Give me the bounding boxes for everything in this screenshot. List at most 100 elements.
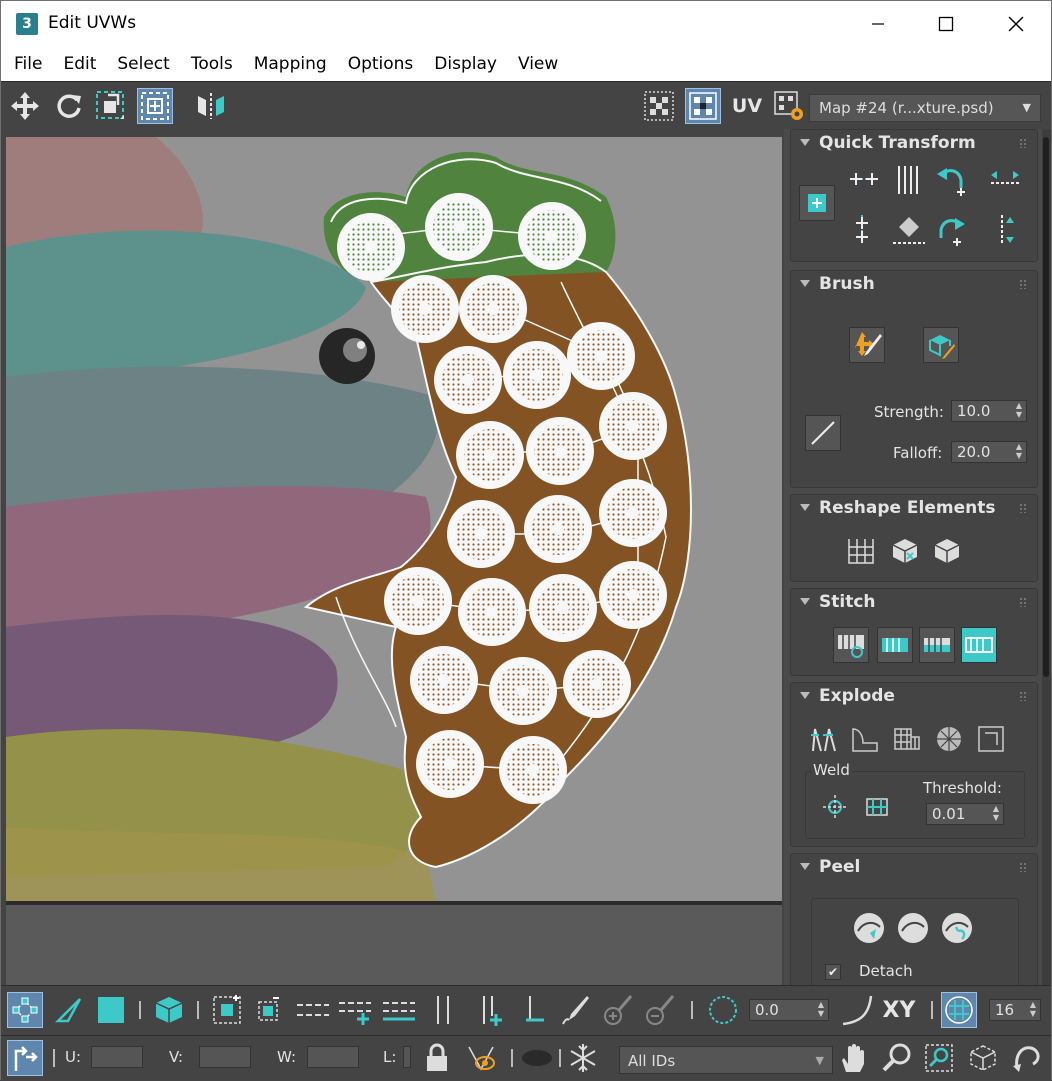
relax-settings-button[interactable] <box>929 533 965 569</box>
strength-spinner[interactable]: 10.0 ▲ ▼ <box>951 400 1027 422</box>
minimize-button[interactable] <box>843 1 913 47</box>
loop-selection-button[interactable] <box>295 992 331 1028</box>
uv-editor-viewport[interactable] <box>6 137 782 901</box>
move-tool-button[interactable] <box>7 88 43 124</box>
xy-space-button[interactable]: XY <box>881 992 917 1028</box>
freeze-button[interactable] <box>565 1040 601 1076</box>
pan-button[interactable] <box>835 1040 871 1076</box>
ring-selection-button[interactable] <box>425 992 461 1028</box>
mirror-tool-button[interactable] <box>193 88 229 124</box>
stitch-to-source-button[interactable] <box>877 627 913 663</box>
threshold-spinner[interactable]: 0.01 ▲ ▼ <box>926 803 1004 825</box>
break-button[interactable] <box>805 721 841 757</box>
relax-brush-button[interactable] <box>923 327 959 363</box>
weld-target-button[interactable] <box>859 789 895 825</box>
shrink-ring-button[interactable] <box>517 992 553 1028</box>
rotate-ccw-button[interactable] <box>933 162 969 198</box>
menu-mapping[interactable]: Mapping <box>254 54 327 74</box>
grow-loop-button[interactable] <box>337 992 373 1028</box>
detach-checkbox[interactable]: ✔ <box>825 964 841 980</box>
menu-edit[interactable]: Edit <box>63 54 96 74</box>
grid-size-spinner[interactable]: 16 ▲ ▼ <box>989 999 1041 1021</box>
grid-snap-button[interactable] <box>941 992 977 1028</box>
shrink-loop-button[interactable] <box>381 992 417 1028</box>
peel-header[interactable]: Peel <box>791 854 1037 884</box>
soft-selection-button[interactable] <box>705 992 741 1028</box>
vertex-mode-button[interactable] <box>7 992 43 1028</box>
rotate-cw-button[interactable] <box>933 212 969 248</box>
quick-peel-button[interactable] <box>851 910 887 946</box>
shrink-brush-button[interactable] <box>641 992 677 1028</box>
lock-selection-button[interactable] <box>419 1040 455 1076</box>
menu-select[interactable]: Select <box>117 54 169 74</box>
weld-selected-button[interactable] <box>817 789 853 825</box>
edge-mode-button[interactable] <box>51 992 87 1028</box>
maximize-button[interactable] <box>911 1 981 47</box>
material-id-dropdown[interactable]: All IDs ▼ <box>619 1046 833 1074</box>
element-mode-button[interactable] <box>151 992 187 1028</box>
zoom-extents-button[interactable] <box>965 1040 1001 1076</box>
hide-button[interactable] <box>519 1040 555 1076</box>
w-field[interactable] <box>307 1046 359 1068</box>
scale-tool-button[interactable] <box>93 88 129 124</box>
menu-options[interactable]: Options <box>348 54 414 74</box>
l-field[interactable] <box>403 1046 411 1068</box>
stitch-to-target-button[interactable] <box>961 627 997 663</box>
straighten-button[interactable] <box>891 212 927 248</box>
menu-file[interactable]: File <box>14 54 42 74</box>
checker-pattern-button[interactable] <box>641 88 677 124</box>
panel-scrollbar[interactable] <box>1042 129 1051 985</box>
flatten-by-polygon-button[interactable] <box>889 721 925 757</box>
show-hidden-button[interactable] <box>463 1040 499 1076</box>
straighten-selection-button[interactable] <box>843 533 879 569</box>
rotation-spinner[interactable]: 0.0 ▲ ▼ <box>749 999 829 1021</box>
show-map-button[interactable] <box>685 88 721 124</box>
menu-view[interactable]: View <box>518 54 558 74</box>
flatten-by-material-button[interactable] <box>973 721 1009 757</box>
stitch-header[interactable]: Stitch <box>791 589 1037 619</box>
menu-tools[interactable]: Tools <box>191 54 233 74</box>
rotate-tool-button[interactable] <box>51 88 87 124</box>
u-field[interactable] <box>91 1046 143 1068</box>
align-vertical-edge-button[interactable] <box>987 212 1023 248</box>
relax-button[interactable] <box>887 533 923 569</box>
enlarge-brush-button[interactable] <box>599 992 635 1028</box>
flatten-by-smoothing-button[interactable] <box>931 721 967 757</box>
absolute-relative-toggle[interactable] <box>7 1040 43 1076</box>
align-horizontal-button[interactable] <box>846 162 882 198</box>
detach-edge-button[interactable] <box>847 721 883 757</box>
mirror-icon <box>198 93 224 119</box>
paint-select-button[interactable] <box>557 992 593 1028</box>
brush-header[interactable]: Brush <box>791 271 1037 301</box>
falloff-curve-button[interactable] <box>839 992 875 1028</box>
set-pivot-button[interactable] <box>799 185 835 221</box>
scrollbar-thumb[interactable] <box>1043 137 1049 677</box>
grow-ring-button[interactable] <box>473 992 509 1028</box>
stitch-custom-button[interactable] <box>833 627 869 663</box>
space-vertical-button[interactable] <box>891 162 927 198</box>
stitch-average-button[interactable] <box>919 627 955 663</box>
peel-mode-button[interactable] <box>895 910 931 946</box>
quick-transform-header[interactable]: Quick Transform <box>791 130 1037 160</box>
close-button[interactable] <box>981 1 1051 47</box>
undo-view-button[interactable] <box>1009 1040 1045 1076</box>
reshape-elements-header[interactable]: Reshape Elements <box>791 495 1037 525</box>
falloff-spinner[interactable]: 20.0 ▲ ▼ <box>951 441 1027 463</box>
freeform-mode-button[interactable] <box>137 88 173 124</box>
grow-selection-button[interactable] <box>209 992 245 1028</box>
explode-header[interactable]: Explode <box>791 683 1037 713</box>
reset-peel-button[interactable] <box>939 910 975 946</box>
shrink-selection-button[interactable] <box>249 992 285 1028</box>
menu-display[interactable]: Display <box>434 54 497 74</box>
map-dropdown[interactable]: Map #24 (r...xture.psd) ▼ <box>809 94 1041 122</box>
paint-move-button[interactable] <box>849 327 885 363</box>
uv-space-button[interactable]: UV <box>729 88 765 124</box>
face-mode-button[interactable] <box>93 992 129 1028</box>
align-vertical-button[interactable] <box>846 212 882 248</box>
v-field[interactable] <box>199 1046 251 1068</box>
align-to-edge-button[interactable] <box>987 162 1023 198</box>
brush-falloff-type-button[interactable] <box>805 415 841 451</box>
zoom-button[interactable] <box>879 1040 915 1076</box>
zoom-region-button[interactable] <box>921 1040 957 1076</box>
map-settings-button[interactable] <box>771 88 807 124</box>
